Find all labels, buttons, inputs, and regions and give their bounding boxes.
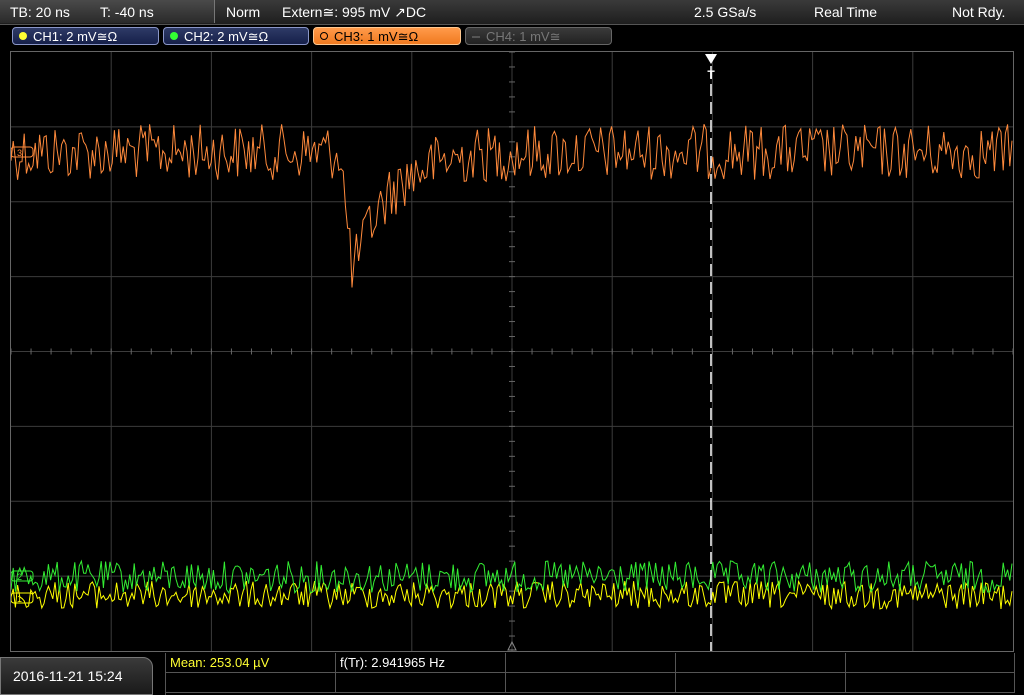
trigger-time-readout[interactable]: T: -40 ns <box>100 0 154 24</box>
channel-tab-ch3[interactable]: CH3: 1 mV≅Ω <box>313 27 461 45</box>
graticule <box>11 52 1013 651</box>
measurement-slot[interactable] <box>336 673 506 693</box>
ch3-marker-label: 3 <box>17 148 22 158</box>
trigger-position-icon[interactable] <box>705 54 717 64</box>
channel-tab-ch1[interactable]: CH1: 2 mV≅Ω <box>12 27 159 45</box>
waveform-plot: T 3 2 1 <box>11 52 1013 651</box>
trigger-label: T <box>707 68 715 82</box>
ch1-indicator-icon <box>19 32 27 40</box>
measurement-slot[interactable] <box>846 653 1015 673</box>
measurement-slot[interactable] <box>506 673 676 693</box>
timebase-readout[interactable]: TB: 20 ns <box>10 0 70 24</box>
channel-tab-label: CH1: 2 mV≅Ω <box>33 29 118 44</box>
trigger-mode[interactable]: Norm <box>226 0 260 24</box>
channel-tab-label: CH2: 2 mV≅Ω <box>184 29 269 44</box>
channel-tab-ch2[interactable]: CH2: 2 mV≅Ω <box>163 27 309 45</box>
trigger-source-level[interactable]: Extern≅: 995 mV ↗DC <box>282 0 426 24</box>
ch2-marker-label: 2 <box>17 572 22 582</box>
channel-tab-ch4[interactable]: CH4: 1 mV≅ <box>465 27 612 45</box>
waveform-screen[interactable]: T 3 2 1 <box>10 51 1014 652</box>
mean-measurement[interactable]: Mean: 253.04 µV <box>166 653 336 673</box>
sample-rate[interactable]: 2.5 GSa/s <box>694 0 756 24</box>
channel-tab-label: CH3: 1 mV≅Ω <box>334 29 419 44</box>
acquisition-state: Not Rdy. <box>952 4 1006 20</box>
measurement-slot[interactable] <box>506 653 676 673</box>
ch2-indicator-icon <box>170 32 178 40</box>
channel-tab-label: CH4: 1 mV≅ <box>486 29 561 44</box>
timebase-box[interactable]: TB: 20 ns T: -40 ns <box>0 0 215 23</box>
date-time: 2016-11-21 15:24 <box>0 657 153 695</box>
ch4-indicator-icon <box>472 36 480 38</box>
channel-tabs: CH1: 2 mV≅Ω CH2: 2 mV≅Ω CH3: 1 mV≅Ω CH4:… <box>0 25 1024 49</box>
bottom-bar: 2016-11-21 15:24 Mean: 253.04 µV f(Tr): … <box>0 653 1024 695</box>
measurement-slot[interactable] <box>846 673 1015 693</box>
measurement-panel[interactable]: Mean: 253.04 µV f(Tr): 2.941965 Hz <box>165 653 1015 695</box>
ch1-marker-label: 1 <box>17 594 22 604</box>
measurement-slot[interactable] <box>676 653 846 673</box>
measurement-slot[interactable] <box>166 673 336 693</box>
measurement-slot[interactable] <box>676 673 846 693</box>
frequency-measurement[interactable]: f(Tr): 2.941965 Hz <box>336 653 506 673</box>
status-bar: TB: 20 ns T: -40 ns Norm Extern≅: 995 mV… <box>0 0 1024 25</box>
oscilloscope-display: TB: 20 ns T: -40 ns Norm Extern≅: 995 mV… <box>0 0 1024 695</box>
acquisition-mode[interactable]: Real Time <box>814 0 877 24</box>
ch3-indicator-icon <box>320 32 328 40</box>
